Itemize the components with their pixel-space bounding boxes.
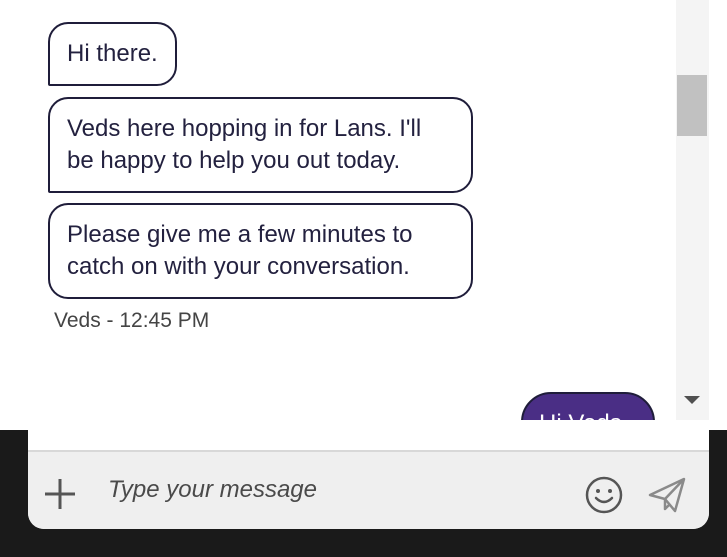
agent-message-bubble: Veds here hopping in for Lans. I'll be h…	[48, 97, 473, 193]
agent-message-bubble: Please give me a few minutes to catch on…	[48, 203, 473, 299]
smiley-icon	[585, 476, 623, 514]
user-message-bubble: Hi Veds	[521, 392, 655, 420]
agent-message-bubble: Hi there.	[48, 22, 177, 86]
transcript-scrollbar[interactable]	[676, 0, 709, 420]
message-input[interactable]	[106, 468, 570, 512]
message-text: Please give me a few minutes to catch on…	[67, 221, 413, 280]
scrollbar-thumb[interactable]	[677, 75, 707, 136]
paper-plane-icon	[648, 477, 686, 513]
add-attachment-button[interactable]	[44, 478, 76, 510]
plus-icon	[45, 479, 75, 509]
chat-transcript[interactable]: Hi there. Veds here hopping in for Lans.…	[28, 0, 676, 420]
message-composer	[28, 450, 709, 529]
emoji-button[interactable]	[585, 476, 623, 514]
chat-window: Hi there. Veds here hopping in for Lans.…	[28, 0, 709, 529]
send-button[interactable]	[647, 475, 687, 515]
message-text: Hi Veds	[539, 410, 622, 420]
scroll-down-arrow-icon[interactable]	[684, 396, 700, 404]
message-timestamp: Veds - 12:45 PM	[54, 309, 210, 332]
message-text: Hi there.	[67, 40, 158, 67]
message-text: Veds here hopping in for Lans. I'll be h…	[67, 115, 422, 174]
